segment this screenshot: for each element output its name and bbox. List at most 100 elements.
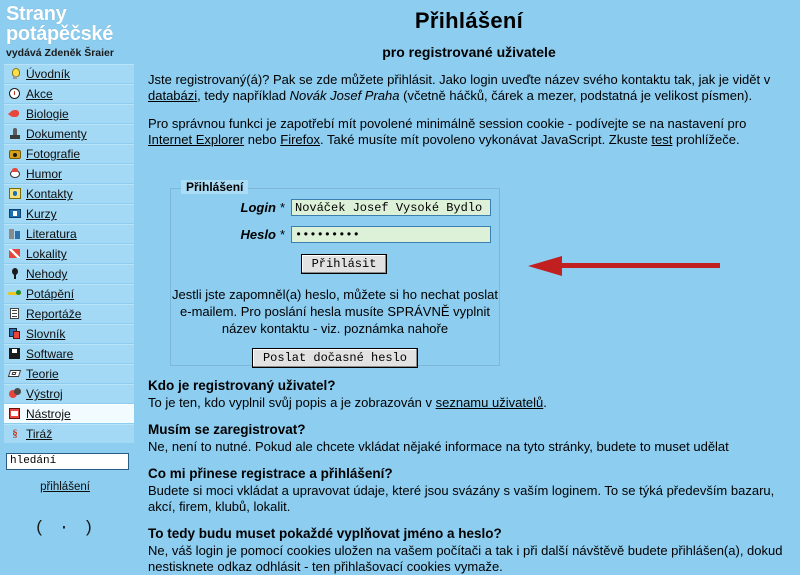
sidebar-item-report-e[interactable]: Reportáže	[4, 304, 134, 323]
database-link[interactable]: databázi	[148, 88, 197, 103]
intro1-text-1: Jste registrovaný(á)? Pak se zde můžete …	[148, 72, 771, 87]
intro-paragraph-2: Pro správnou funkci je zapotřebí mít pov…	[148, 116, 790, 148]
theory-icon	[8, 367, 22, 381]
sidebar-item-label: Software	[26, 347, 74, 361]
page-subtitle: pro registrované uživatele	[382, 44, 556, 60]
sidebar-item-label: Výstroj	[26, 387, 63, 401]
sidebar-item-pot-p-n-[interactable]: Potápění	[4, 284, 134, 303]
password-field-row: Heslo *	[171, 226, 499, 243]
password-input[interactable]	[291, 226, 491, 243]
forgot-password-text: Jestli jste zapomněl(a) heslo, můžete si…	[172, 287, 498, 336]
browser-test-link[interactable]: test	[651, 132, 672, 147]
faq-answer: Ne, není to nutné. Pokud ale chcete vklá…	[148, 439, 796, 455]
sidebar-item--vodn-k[interactable]: Úvodník	[4, 64, 134, 83]
firefox-link[interactable]: Firefox	[280, 132, 320, 147]
search-input[interactable]	[6, 452, 129, 470]
password-label: Heslo	[240, 227, 276, 242]
pin-icon	[8, 267, 22, 281]
dictionary-icon	[8, 327, 22, 341]
login-form-legend: Přihlášení	[181, 180, 249, 194]
faq-answer: To je ten, kdo vyplnil svůj popis a je z…	[148, 395, 796, 411]
example-name: Novák Josef Praha	[289, 88, 400, 103]
sidebar-item-literatura[interactable]: Literatura	[4, 224, 134, 243]
sidebar-item-slovn-k[interactable]: Slovník	[4, 324, 134, 343]
sidebar-item-label: Akce	[26, 87, 53, 101]
fish-icon	[8, 107, 22, 121]
sidebar-item-label: Tiráž	[26, 427, 53, 441]
sidebar-item-teorie[interactable]: Teorie	[4, 364, 134, 383]
login-label: Login	[240, 200, 276, 215]
sidebar-item-v-stroj[interactable]: Výstroj	[4, 384, 134, 403]
faq-answer: Budete si moci vkládat a upravovat údaje…	[148, 483, 796, 515]
tools-icon	[8, 407, 22, 421]
brand-line-1: Strany	[6, 3, 67, 25]
sidebar-item-nehody[interactable]: Nehody	[4, 264, 134, 283]
clock-icon	[8, 87, 22, 101]
sidebar-item-dokumenty[interactable]: Dokumenty	[4, 124, 134, 143]
login-form: Přihlášení Login * Heslo * Přihlásit Jes…	[170, 180, 500, 368]
gear-icon	[8, 387, 22, 401]
intro1-text-2: , tedy například	[197, 88, 290, 103]
sidebar-item-fotografie[interactable]: Fotografie	[4, 144, 134, 163]
sidebar: Strany potápěčské vydává Zdeněk Šraier Ú…	[0, 0, 140, 570]
page-root: Strany potápěčské vydává Zdeněk Šraier Ú…	[0, 0, 800, 574]
floppy-disk-icon	[8, 347, 22, 361]
sidebar-item-label: Humor	[26, 167, 63, 181]
sidebar-item-tir-[interactable]: § Tiráž	[4, 424, 134, 443]
faq-question: Musím se zaregistrovat?	[148, 422, 306, 437]
sidebar-item-lokality[interactable]: Lokality	[4, 244, 134, 263]
internet-explorer-link[interactable]: Internet Explorer	[148, 132, 244, 147]
faq-answer-text: Budete si moci vkládat a upravovat údaje…	[148, 483, 775, 514]
faq-answer-text: Ne, není to nutné. Pokud ale chcete vklá…	[148, 439, 729, 454]
sidebar-item-label: Slovník	[26, 327, 66, 341]
bulb-icon	[8, 67, 22, 81]
sidebar-item-kontakty[interactable]: Kontakty	[4, 184, 134, 203]
sidebar-item-label: Nástroje	[26, 407, 71, 421]
sidebar-item-label: Fotografie	[26, 147, 81, 161]
sidebar-item-label: Reportáže	[26, 307, 82, 321]
book-icon	[8, 227, 22, 241]
intro2-text-1: Pro správnou funkci je zapotřebí mít pov…	[148, 116, 747, 131]
faq-answer-link[interactable]: seznamu uživatelů	[436, 395, 544, 410]
sidebar-item-label: Literatura	[26, 227, 77, 241]
faq-question: Co mi přinese registrace a přihlášení?	[148, 466, 393, 481]
search-box	[6, 451, 132, 470]
diver-icon	[8, 287, 22, 301]
paragraph-icon: §	[12, 428, 18, 440]
smiley-ascii-art: ( · )	[34, 518, 96, 538]
faq-question: Kdo je registrovaný uživatel?	[148, 378, 336, 393]
sidebar-item-label: Kurzy	[26, 207, 57, 221]
intro-paragraph-1: Jste registrovaný(á)? Pak se zde můžete …	[148, 72, 790, 104]
login-field-row: Login *	[171, 199, 499, 216]
sidebar-item-n-stroje[interactable]: Nástroje	[4, 404, 134, 423]
stamp-icon	[8, 127, 22, 141]
faq-answer-text: Ne, váš login je pomocí cookies uložen n…	[148, 543, 783, 574]
sidebar-item-kurzy[interactable]: Kurzy	[4, 204, 134, 223]
sidebar-item-label: Dokumenty	[26, 127, 87, 141]
submit-login-button[interactable]: Přihlásit	[300, 254, 388, 274]
sidebar-item-software[interactable]: Software	[4, 344, 134, 363]
sidebar-item-label: Biologie	[26, 107, 69, 121]
faq-answer-text: To je ten, kdo vyplnil svůj popis a je z…	[148, 395, 436, 410]
sidebar-item-label: Teorie	[26, 367, 59, 381]
send-temp-password-button[interactable]: Poslat dočasné heslo	[251, 348, 419, 368]
intro2-text-3: . Také musíte mít povoleno vykonávat Jav…	[320, 132, 652, 147]
sidebar-login-link-wrapper: přihlášení	[0, 478, 130, 493]
sidebar-item-label: Úvodník	[26, 67, 71, 81]
sidebar-item-biologie[interactable]: Biologie	[4, 104, 134, 123]
sidebar-login-link[interactable]: přihlášení	[40, 481, 90, 493]
sidebar-item-akce[interactable]: Akce	[4, 84, 134, 103]
faq-section: Kdo je registrovaný uživatel? To je ten, …	[148, 378, 796, 575]
report-icon	[8, 307, 22, 321]
brand-publisher: vydává Zdeněk Šraier	[6, 47, 114, 59]
sidebar-item-label: Nehody	[26, 267, 68, 281]
submit-row: Přihlásit	[171, 254, 499, 274]
intro2-text-4: prohlížeče.	[672, 132, 740, 147]
clown-icon	[8, 167, 22, 181]
login-input[interactable]	[291, 199, 491, 216]
sidebar-item-humor[interactable]: Humor	[4, 164, 134, 183]
page-title: Přihlášení	[414, 8, 524, 33]
intro2-text-2: nebo	[244, 132, 281, 147]
temp-password-row: Poslat dočasné heslo	[171, 348, 499, 368]
password-required-marker: *	[279, 227, 285, 242]
